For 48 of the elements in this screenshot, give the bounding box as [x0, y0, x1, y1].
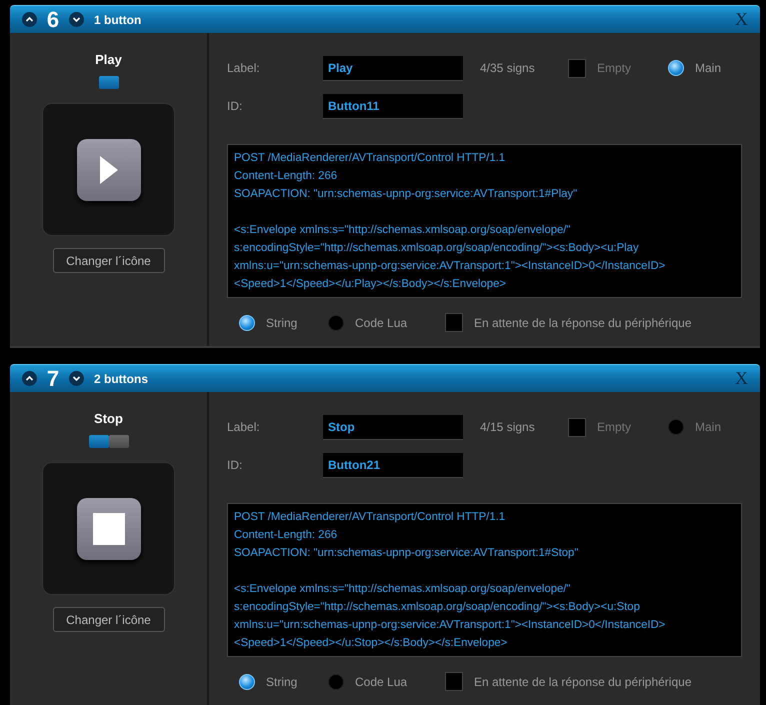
chevron-up-icon[interactable] [22, 12, 37, 27]
panel-title: 2 buttons [94, 372, 149, 386]
label-caption: Label: [227, 61, 261, 75]
mode-radio[interactable] [239, 674, 255, 690]
change-icon-button[interactable]: Changer l´icône [52, 607, 164, 632]
main-radio[interactable] [668, 419, 684, 435]
mode-label: String [266, 316, 298, 330]
id-caption: ID: [227, 99, 244, 113]
panel-title: 1 button [94, 12, 142, 26]
request-code-field[interactable]: POST /MediaRenderer/AVTransport/Control HTTP/1.1 Content-Length: 266 SOAPACTION: "urn:schemas-upnp-org:service:AVTransport:1#Play" <s:Envelope xmlns:s="http://schemas.xmlsoap.org/soap/envelope/" s:encodingStyle="http://schemas.xmlsoap.org/soap/encoding/"><s:Body><u:Play xmlns:u="urn:schemas-upnp-org:service:AVTransport:1"><InstanceID>0</InstanceID> <Speed>1</Speed></u:Play></s:Body></s:Envelope> [227, 144, 742, 298]
mode-label: Code Lua [355, 674, 408, 688]
chevron-down-icon[interactable] [69, 371, 84, 386]
id-field[interactable]: Button21 [323, 452, 463, 478]
id-field[interactable]: Button11 [323, 94, 463, 118]
mode-label: Code Lua [355, 316, 408, 330]
panel-number: 7 [46, 366, 60, 392]
empty-checkbox[interactable] [568, 418, 586, 436]
empty-label: Empty [597, 420, 632, 434]
wait-label: En attente de la réponse du périphérique [474, 316, 692, 330]
chevron-down-icon[interactable] [69, 12, 84, 27]
mode-radio[interactable] [328, 674, 344, 690]
id-caption: ID: [227, 458, 244, 472]
label-field[interactable]: Stop [323, 414, 463, 440]
button-name: Stop [94, 411, 123, 426]
label-caption: Label: [227, 420, 261, 434]
empty-checkbox[interactable] [568, 58, 586, 78]
wait-checkbox[interactable] [445, 313, 463, 332]
play-icon [100, 156, 118, 184]
wait-label: En attente de la réponse du périphérique [474, 674, 692, 688]
change-icon-button[interactable]: Changer l´icône [52, 248, 164, 273]
button-slot[interactable] [88, 435, 108, 448]
main-label: Main [695, 420, 722, 434]
sign-counter: 4/35 signs [480, 61, 536, 75]
chevron-up-icon[interactable] [22, 371, 37, 386]
request-code-field[interactable]: POST /MediaRenderer/AVTransport/Control HTTP/1.1 Content-Length: 266 SOAPACTION: "urn:schemas-upnp-org:service:AVTransport:1#Stop" <s:Envelope xmlns:s="http://schemas.xmlsoap.org/soap/envelope/" s:encodingStyle="http://schemas.xmlsoap.org/soap/encoding/"><s:Body><u:Stop xmlns:u="urn:schemas-upnp-org:service:AVTransport:1"><InstanceID>0</InstanceID> <Speed>1</Speed></u:Stop></s:Body></s:Envelope> [227, 503, 742, 657]
main-radio[interactable] [668, 60, 684, 76]
mode-radio[interactable] [328, 314, 344, 330]
main-label: Main [695, 61, 722, 75]
mode-label: String [266, 674, 298, 688]
label-field[interactable]: Play [323, 56, 463, 80]
wait-checkbox[interactable] [445, 672, 463, 691]
stop-icon [92, 512, 124, 544]
mode-radio[interactable] [239, 314, 255, 330]
button-slot[interactable] [98, 76, 118, 89]
sign-counter: 4/15 signs [480, 420, 536, 434]
empty-label: Empty [597, 61, 632, 75]
panel-number: 6 [46, 6, 60, 32]
button-name: Play [95, 52, 122, 67]
